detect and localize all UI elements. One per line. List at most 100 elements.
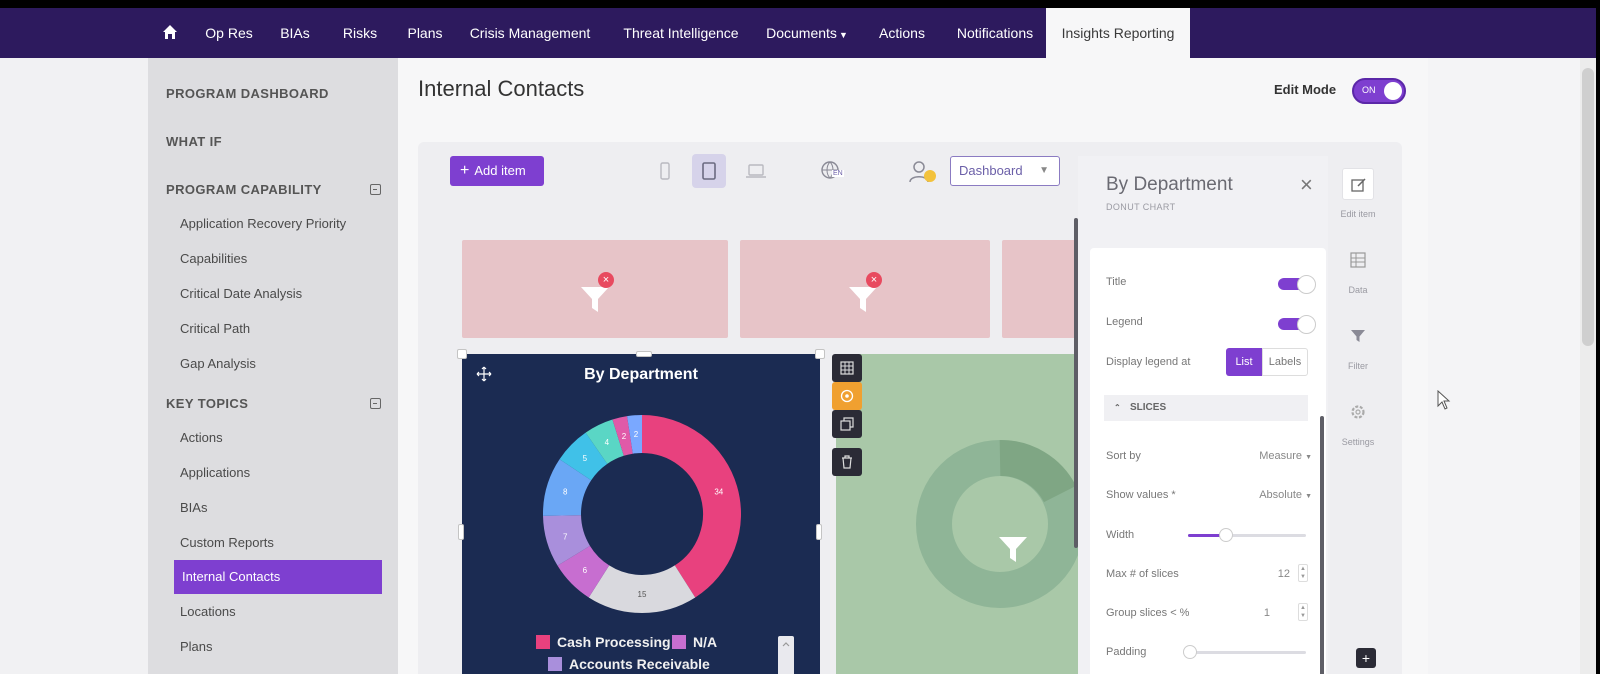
collapse-key-topics-icon[interactable] xyxy=(370,398,381,409)
widget-duplicate-button[interactable] xyxy=(832,410,862,438)
rail-edit-item[interactable]: Edit item xyxy=(1328,168,1388,219)
funnel-icon xyxy=(849,287,877,312)
mobile-view-button[interactable] xyxy=(648,154,682,188)
desktop-view-button[interactable] xyxy=(736,154,770,188)
legend-label: N/A xyxy=(693,634,718,650)
filtered-widget[interactable]: × xyxy=(462,240,728,338)
widget-table-button[interactable] xyxy=(832,354,862,382)
sidebar-what-if[interactable]: WHAT IF xyxy=(166,134,222,149)
rail-filter-button[interactable] xyxy=(1342,320,1374,352)
language-button[interactable]: EN xyxy=(820,160,846,187)
resize-handle[interactable] xyxy=(815,349,825,359)
tablet-icon xyxy=(702,162,716,180)
widget-delete-button[interactable] xyxy=(832,448,862,476)
legend-swatch xyxy=(536,635,550,649)
filtered-donut-widget[interactable] xyxy=(836,354,1078,674)
rail-data-button[interactable] xyxy=(1342,244,1374,276)
sidebar-item-bias[interactable]: BIAs xyxy=(180,500,207,515)
page-title: Internal Contacts xyxy=(418,76,585,101)
sidebar-item-locations[interactable]: Locations xyxy=(180,604,236,619)
funnel-icon xyxy=(581,287,609,312)
padding-slider-knob[interactable] xyxy=(1183,645,1198,659)
legend-scrollbar[interactable] xyxy=(778,636,794,674)
filtered-widget[interactable] xyxy=(1002,240,1078,338)
audience-button[interactable] xyxy=(908,160,938,189)
show-values-select[interactable]: Absolute ▼ xyxy=(1242,489,1312,501)
home-icon[interactable] xyxy=(162,24,178,40)
user-share-icon xyxy=(909,161,936,183)
add-widget-plus-icon[interactable]: + xyxy=(1356,648,1376,668)
sidebar-item-plans[interactable]: Plans xyxy=(180,639,213,654)
plus-icon: + xyxy=(460,162,470,179)
padding-label: Padding xyxy=(1106,646,1147,658)
close-icon[interactable]: × xyxy=(1300,172,1313,198)
sort-by-value: Measure xyxy=(1259,450,1302,462)
nav-op-res[interactable]: Op Res xyxy=(198,8,260,58)
sidebar-key-topics[interactable]: KEY TOPICS xyxy=(166,396,248,411)
legend-toggle[interactable] xyxy=(1278,315,1316,334)
language-badge: EN xyxy=(832,170,844,177)
left-gutter xyxy=(0,58,148,674)
widget-design-button[interactable] xyxy=(832,382,862,410)
sidebar-item-applications[interactable]: Applications xyxy=(180,465,250,480)
group-slices-stepper[interactable]: ▲ ▼ xyxy=(1298,603,1308,621)
sidebar-item-application-recovery-priority[interactable]: Application Recovery Priority xyxy=(180,216,346,231)
nav-actions[interactable]: Actions xyxy=(874,8,930,58)
nav-crisis-management[interactable]: Crisis Management xyxy=(466,8,594,58)
sidebar-item-critical-date-analysis[interactable]: Critical Date Analysis xyxy=(180,286,302,301)
sidebar-item-gap-analysis[interactable]: Gap Analysis xyxy=(180,356,256,371)
sidebar-item-critical-path[interactable]: Critical Path xyxy=(180,321,250,336)
nav-bias[interactable]: BIAs xyxy=(276,8,314,58)
chevron-up-icon xyxy=(782,642,790,647)
nav-risks[interactable]: Risks xyxy=(336,8,384,58)
legend-setting-label: Legend xyxy=(1106,316,1143,328)
group-slices-value[interactable]: 1 xyxy=(1200,607,1270,619)
page-scrollbar-thumb[interactable] xyxy=(1582,68,1594,346)
dashboard-select[interactable]: Dashboard ▼ xyxy=(950,156,1060,186)
rail-settings-button[interactable] xyxy=(1342,396,1374,428)
resize-handle[interactable] xyxy=(457,349,467,359)
sidebar-program-capability[interactable]: PROGRAM CAPABILITY xyxy=(166,182,322,197)
nav-insights-reporting[interactable]: Insights Reporting xyxy=(1046,8,1190,58)
width-slider[interactable] xyxy=(1188,528,1306,542)
sidebar-item-capabilities[interactable]: Capabilities xyxy=(180,251,247,266)
widget-properties-panel: By Department DONUT CHART × Title Legend… xyxy=(1078,156,1328,674)
nav-documents[interactable]: Documents ▼ xyxy=(766,8,848,58)
collapse-program-capability-icon[interactable] xyxy=(370,184,381,195)
funnel-icon xyxy=(999,537,1027,562)
rail-data[interactable]: Data xyxy=(1328,244,1388,295)
width-slider-knob[interactable] xyxy=(1218,528,1233,542)
padding-slider[interactable] xyxy=(1183,645,1306,659)
nav-notifications[interactable]: Notifications xyxy=(950,8,1040,58)
rail-filter[interactable]: Filter xyxy=(1328,320,1388,371)
legend-labels-option[interactable]: Labels xyxy=(1262,348,1308,376)
add-item-button[interactable]: + Add item xyxy=(450,156,544,186)
sidebar-program-dashboard[interactable]: PROGRAM DASHBOARD xyxy=(166,86,329,101)
slices-section-header[interactable]: ⌃ SLICES xyxy=(1104,395,1308,421)
title-toggle[interactable] xyxy=(1278,275,1316,294)
donut-chart-widget[interactable]: By Department 34 15 6 7 8 5 4 2 2 Cash Processin… xyxy=(462,354,820,674)
chevron-up-icon: ⌃ xyxy=(1114,403,1121,412)
resize-handle[interactable] xyxy=(636,351,652,357)
sidebar-item-internal-contacts[interactable]: Internal Contacts xyxy=(174,560,382,594)
nav-plans[interactable]: Plans xyxy=(402,8,448,58)
nav-threat-intelligence[interactable]: Threat Intelligence xyxy=(616,8,746,58)
filtered-widget[interactable]: × xyxy=(740,240,990,338)
properties-scrollbar[interactable] xyxy=(1320,416,1324,674)
resize-handle[interactable] xyxy=(816,524,822,540)
edit-mode-toggle[interactable]: ON xyxy=(1352,78,1406,104)
resize-handle[interactable] xyxy=(458,524,464,540)
palette-icon xyxy=(840,389,854,403)
rail-edit-item-button[interactable] xyxy=(1342,168,1374,200)
slice-value-label: 7 xyxy=(563,532,568,541)
rail-settings[interactable]: Settings xyxy=(1328,396,1388,447)
max-slices-stepper[interactable]: ▲ ▼ xyxy=(1298,564,1308,582)
max-slices-value[interactable]: 12 xyxy=(1220,568,1290,580)
sidebar-item-actions[interactable]: Actions xyxy=(180,430,223,445)
donut-slice[interactable] xyxy=(641,415,741,598)
properties-subtitle: DONUT CHART xyxy=(1106,202,1176,212)
tablet-view-button[interactable] xyxy=(692,154,726,188)
legend-list-option[interactable]: List xyxy=(1226,348,1262,376)
sidebar-item-custom-reports[interactable]: Custom Reports xyxy=(180,535,274,550)
sort-by-select[interactable]: Measure ▼ xyxy=(1242,450,1312,462)
